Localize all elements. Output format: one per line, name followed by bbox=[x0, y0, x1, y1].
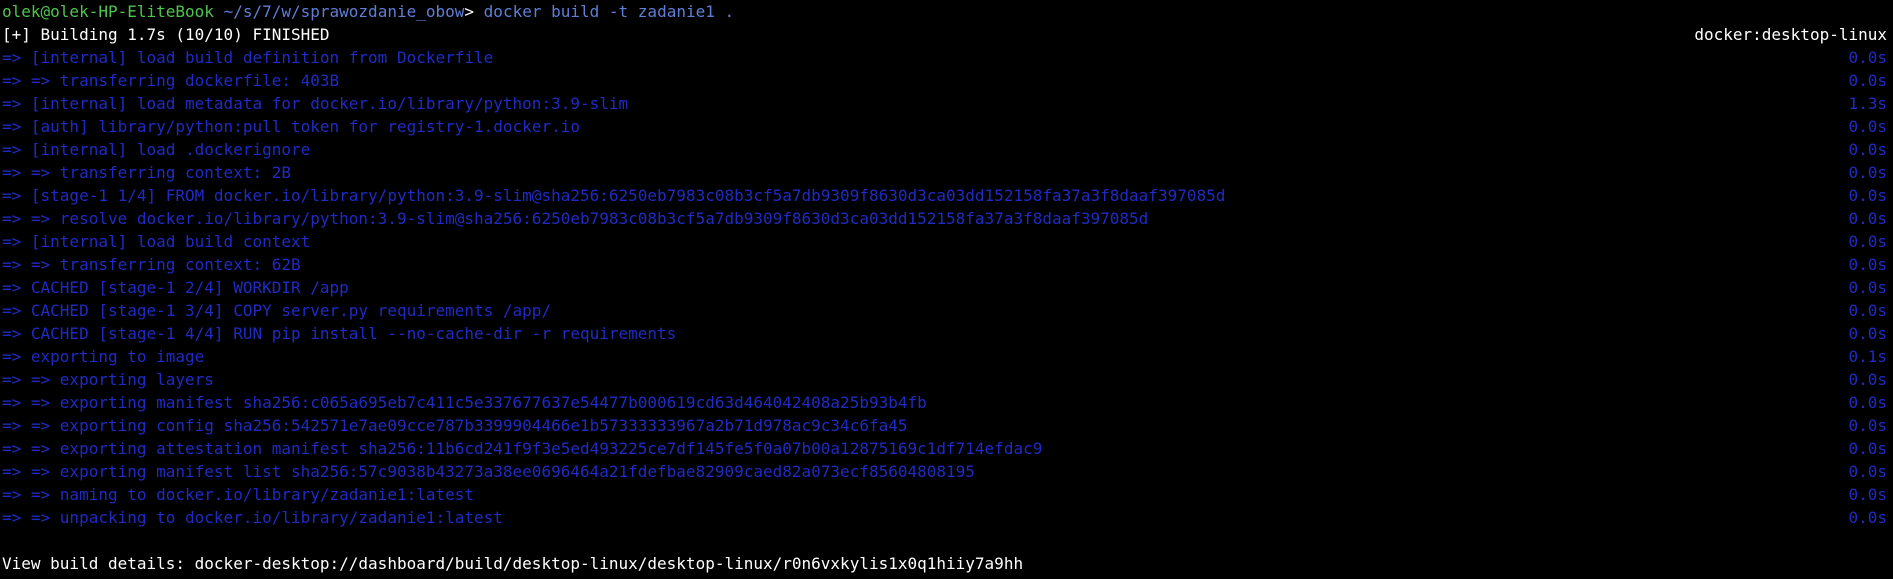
step-text: => => transferring context: 62B bbox=[2, 255, 301, 274]
step-text: => CACHED [stage-1 3/4] COPY server.py r… bbox=[2, 301, 552, 320]
build-step: => CACHED [stage-1 3/4] COPY server.py r… bbox=[0, 299, 1890, 322]
build-details-line[interactable]: View build details: docker-desktop://das… bbox=[0, 552, 1890, 575]
step-time: 0.1s bbox=[1848, 347, 1887, 366]
build-step: => [internal] load .dockerignore 0.0s bbox=[0, 138, 1890, 161]
prompt-symbol: > bbox=[464, 2, 475, 21]
step-time: 0.0s bbox=[1848, 278, 1887, 297]
build-step: => => unpacking to docker.io/library/zad… bbox=[0, 506, 1890, 529]
step-time: 0.0s bbox=[1848, 462, 1887, 481]
step-time: 0.0s bbox=[1848, 71, 1887, 90]
step-text: => [internal] load build definition from… bbox=[2, 48, 494, 67]
step-time: 0.0s bbox=[1848, 416, 1887, 435]
build-step: => => exporting manifest sha256:c065a695… bbox=[0, 391, 1890, 414]
build-steps-list: => [internal] load build definition from… bbox=[0, 46, 1890, 529]
prompt-command: docker build -t zadanie1 . bbox=[483, 2, 735, 21]
build-step: => => exporting manifest list sha256:57c… bbox=[0, 460, 1890, 483]
step-text: => CACHED [stage-1 2/4] WORKDIR /app bbox=[2, 278, 349, 297]
step-time: 0.0s bbox=[1848, 140, 1887, 159]
build-header-line: [+] Building 1.7s (10/10) FINISHED docker… bbox=[0, 23, 1890, 46]
step-time: 0.0s bbox=[1848, 48, 1887, 67]
build-step: => => exporting layers 0.0s bbox=[0, 368, 1890, 391]
step-text: => [internal] load metadata for docker.i… bbox=[2, 94, 629, 113]
prompt-path: ~/s/7/w/sprawozdanie_obow bbox=[223, 2, 465, 21]
build-step: => => naming to docker.io/library/zadani… bbox=[0, 483, 1890, 506]
build-step: => => resolve docker.io/library/python:3… bbox=[0, 207, 1890, 230]
prompt-user-host: olek@olek-HP-EliteBook bbox=[2, 2, 214, 21]
build-step: => [internal] load build context 0.0s bbox=[0, 230, 1890, 253]
terminal-window[interactable]: olek@olek-HP-EliteBook ~/s/7/w/sprawozda… bbox=[0, 0, 1893, 579]
step-time: 0.0s bbox=[1848, 232, 1887, 251]
step-text: => [stage-1 1/4] FROM docker.io/library/… bbox=[2, 186, 1226, 205]
build-step: => => transferring context: 62B 0.0s bbox=[0, 253, 1890, 276]
command-prompt-line: olek@olek-HP-EliteBook ~/s/7/w/sprawozda… bbox=[0, 0, 1890, 23]
step-text: => => exporting manifest list sha256:57c… bbox=[2, 462, 975, 481]
step-time: 0.0s bbox=[1848, 209, 1887, 228]
step-text: => exporting to image bbox=[2, 347, 205, 366]
step-time: 0.0s bbox=[1848, 485, 1887, 504]
build-step: => => transferring context: 2B 0.0s bbox=[0, 161, 1890, 184]
step-text: => => transferring context: 2B bbox=[2, 163, 291, 182]
step-text: => => exporting manifest sha256:c065a695… bbox=[2, 393, 927, 412]
build-step: => exporting to image 0.1s bbox=[0, 345, 1890, 368]
step-time: 1.3s bbox=[1848, 94, 1887, 113]
build-step: => => exporting attestation manifest sha… bbox=[0, 437, 1890, 460]
step-text: => CACHED [stage-1 4/4] RUN pip install … bbox=[2, 324, 677, 343]
step-text: => => exporting config sha256:542571e7ae… bbox=[2, 416, 908, 435]
step-time: 0.0s bbox=[1848, 186, 1887, 205]
build-step: => CACHED [stage-1 2/4] WORKDIR /app 0.0s bbox=[0, 276, 1890, 299]
step-text: => [internal] load build context bbox=[2, 232, 311, 251]
build-step: => CACHED [stage-1 4/4] RUN pip install … bbox=[0, 322, 1890, 345]
step-time: 0.0s bbox=[1848, 255, 1887, 274]
step-text: => => transferring dockerfile: 403B bbox=[2, 71, 340, 90]
build-step: => [internal] load metadata for docker.i… bbox=[0, 92, 1890, 115]
step-time: 0.0s bbox=[1848, 117, 1887, 136]
build-step: => [auth] library/python:pull token for … bbox=[0, 115, 1890, 138]
build-status: [+] Building 1.7s (10/10) FINISHED bbox=[2, 25, 330, 44]
step-time: 0.0s bbox=[1848, 508, 1887, 527]
step-text: => => naming to docker.io/library/zadani… bbox=[2, 485, 475, 504]
step-text: => [auth] library/python:pull token for … bbox=[2, 117, 580, 136]
build-context: docker:desktop-linux bbox=[1694, 25, 1887, 44]
step-time: 0.0s bbox=[1848, 370, 1887, 389]
step-text: => => unpacking to docker.io/library/zad… bbox=[2, 508, 503, 527]
step-text: => => resolve docker.io/library/python:3… bbox=[2, 209, 1149, 228]
build-step: => => exporting config sha256:542571e7ae… bbox=[0, 414, 1890, 437]
step-time: 0.0s bbox=[1848, 439, 1887, 458]
step-time: 0.0s bbox=[1848, 324, 1887, 343]
step-text: => [internal] load .dockerignore bbox=[2, 140, 311, 159]
step-time: 0.0s bbox=[1848, 301, 1887, 320]
step-time: 0.0s bbox=[1848, 393, 1887, 412]
build-step: => => transferring dockerfile: 403B 0.0s bbox=[0, 69, 1890, 92]
build-details-link[interactable]: View build details: docker-desktop://das… bbox=[2, 554, 1023, 573]
build-step: => [stage-1 1/4] FROM docker.io/library/… bbox=[0, 184, 1890, 207]
step-time: 0.0s bbox=[1848, 163, 1887, 182]
step-text: => => exporting attestation manifest sha… bbox=[2, 439, 1043, 458]
step-text: => => exporting layers bbox=[2, 370, 214, 389]
build-step: => [internal] load build definition from… bbox=[0, 46, 1890, 69]
